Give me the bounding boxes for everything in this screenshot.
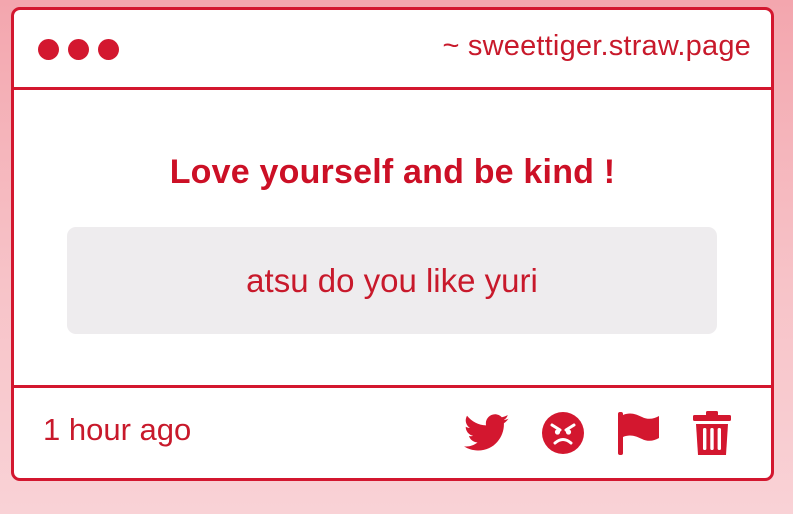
window-dot-minimize[interactable]: [68, 39, 89, 60]
question-box: atsu do you like yuri: [67, 227, 717, 334]
window-dot-maximize[interactable]: [98, 39, 119, 60]
twitter-icon[interactable]: [464, 410, 510, 456]
message-card: ~ sweettiger.straw.page Love yourself an…: [11, 7, 774, 481]
trash-icon[interactable]: [689, 410, 735, 456]
question-text: atsu do you like yuri: [246, 261, 538, 299]
card-footer: 1 hour ago: [14, 385, 771, 478]
flag-icon[interactable]: [615, 410, 661, 456]
page-url[interactable]: ~ sweettiger.straw.page: [443, 30, 751, 63]
window-controls: [38, 39, 119, 60]
card-content: Love yourself and be kind ! atsu do you …: [14, 90, 771, 385]
page-heading: Love yourself and be kind !: [169, 153, 616, 191]
window-dot-close[interactable]: [38, 39, 59, 60]
window-titlebar: ~ sweettiger.straw.page: [14, 10, 771, 90]
angry-face-icon[interactable]: [540, 410, 586, 456]
timestamp: 1 hour ago: [43, 412, 192, 447]
